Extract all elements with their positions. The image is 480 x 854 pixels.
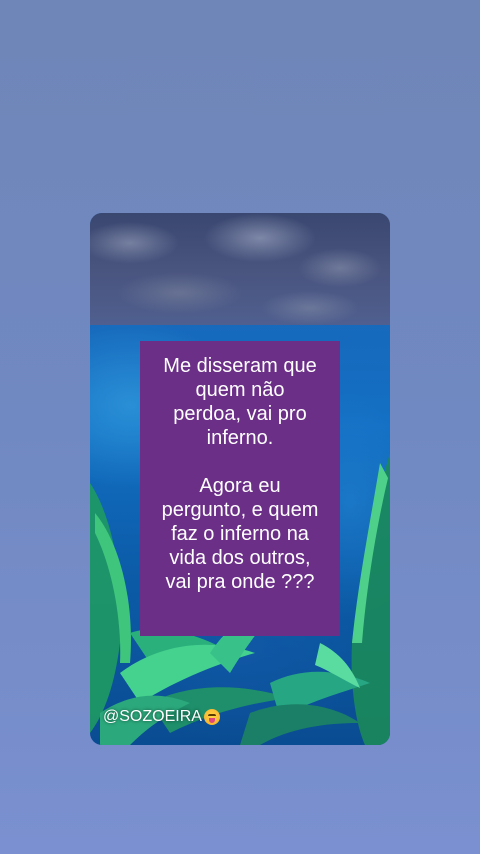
handle-label: @SOZOEIRA bbox=[103, 708, 202, 725]
author-handle[interactable]: @SOZOEIRA bbox=[103, 708, 220, 726]
message-text: Me disseram que quem não perdoa, vai pro… bbox=[140, 341, 340, 636]
post-card: Me disseram que quem não perdoa, vai pro… bbox=[90, 213, 390, 745]
squinting-face-with-tongue-icon bbox=[203, 709, 220, 725]
